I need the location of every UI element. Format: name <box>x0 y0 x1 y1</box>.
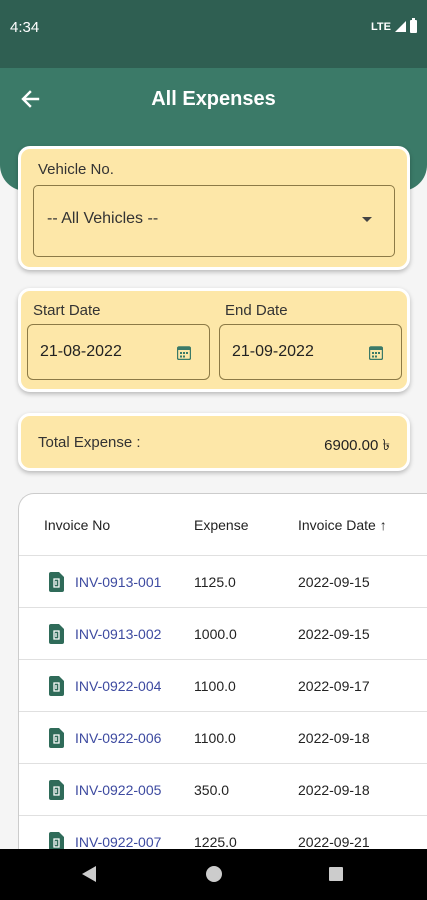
signal-icon <box>395 21 406 32</box>
total-expense-value: 6900.00 ৳ <box>324 437 390 454</box>
start-date-value: 21-08-2022 <box>40 343 122 360</box>
calendar-icon <box>177 346 191 360</box>
start-date-label: Start Date <box>33 302 101 319</box>
status-bar: 4:34 LTE <box>0 0 427 68</box>
invoice-date: 2022-09-18 <box>298 782 370 798</box>
column-header-invoice-date[interactable]: Invoice Date ↑ <box>298 517 387 533</box>
end-date-value: 21-09-2022 <box>232 343 314 360</box>
receipt-icon <box>49 624 64 644</box>
nav-home-icon[interactable] <box>206 866 222 882</box>
invoice-link[interactable]: INV-0922-007 <box>75 834 161 850</box>
page-title: All Expenses <box>151 88 276 110</box>
receipt-icon <box>49 572 64 592</box>
column-header-expense[interactable]: Expense <box>194 517 248 533</box>
expense-table[interactable]: Invoice No Expense Invoice Date ↑ INV-09… <box>18 493 427 873</box>
expense-amount: 350.0 <box>194 782 230 798</box>
invoice-link[interactable]: INV-0913-001 <box>75 574 161 590</box>
date-filter-card: Start Date End Date 21-08-2022 21-09-202… <box>18 288 410 392</box>
end-date-label: End Date <box>225 302 288 319</box>
network-type: LTE <box>371 20 391 33</box>
expense-amount: 1125.0 <box>194 574 236 590</box>
vehicle-label: Vehicle No. <box>38 161 114 178</box>
invoice-date: 2022-09-15 <box>298 574 370 590</box>
total-expense-label: Total Expense : <box>38 434 141 451</box>
vehicle-select-value: -- All Vehicles -- <box>47 210 159 227</box>
invoice-link[interactable]: INV-0922-004 <box>75 678 161 694</box>
expense-amount: 1000.0 <box>194 626 237 642</box>
caret-down-icon <box>362 217 372 222</box>
status-icons: LTE <box>371 18 417 33</box>
vehicle-filter-card: Vehicle No. -- All Vehicles -- <box>18 146 410 270</box>
expense-amount: 1100.0 <box>194 678 236 694</box>
table-row[interactable]: INV-0922-004 1100.0 2022-09-17 <box>19 659 427 711</box>
vehicle-select[interactable]: -- All Vehicles -- <box>33 185 395 257</box>
table-row[interactable]: INV-0922-006 1100.0 2022-09-18 <box>19 711 427 763</box>
invoice-link[interactable]: INV-0922-005 <box>75 782 161 798</box>
nav-recents-icon[interactable] <box>329 867 343 881</box>
table-row[interactable]: INV-0913-001 1125.0 2022-09-15 <box>19 555 427 607</box>
invoice-date: 2022-09-18 <box>298 730 370 746</box>
battery-icon <box>410 18 417 33</box>
invoice-link[interactable]: INV-0922-006 <box>75 730 161 746</box>
invoice-date: 2022-09-21 <box>298 834 370 850</box>
invoice-date: 2022-09-17 <box>298 678 370 694</box>
table-row[interactable]: INV-0922-005 350.0 2022-09-18 <box>19 763 427 815</box>
system-nav-bar <box>0 849 427 900</box>
calendar-icon <box>369 346 383 360</box>
receipt-icon <box>49 780 64 800</box>
table-row[interactable]: INV-0913-002 1000.0 2022-09-15 <box>19 607 427 659</box>
column-header-invoice[interactable]: Invoice No <box>44 517 110 533</box>
total-expense-card: Total Expense : 6900.00 ৳ <box>18 413 410 471</box>
status-time: 4:34 <box>10 19 40 36</box>
expense-amount: 1225.0 <box>194 834 237 850</box>
receipt-icon <box>49 676 64 696</box>
end-date-field[interactable]: 21-09-2022 <box>219 324 402 380</box>
expense-amount: 1100.0 <box>194 730 236 746</box>
invoice-link[interactable]: INV-0913-002 <box>75 626 161 642</box>
invoice-date: 2022-09-15 <box>298 626 370 642</box>
nav-back-icon[interactable] <box>82 866 96 882</box>
receipt-icon <box>49 728 64 748</box>
start-date-field[interactable]: 21-08-2022 <box>27 324 210 380</box>
